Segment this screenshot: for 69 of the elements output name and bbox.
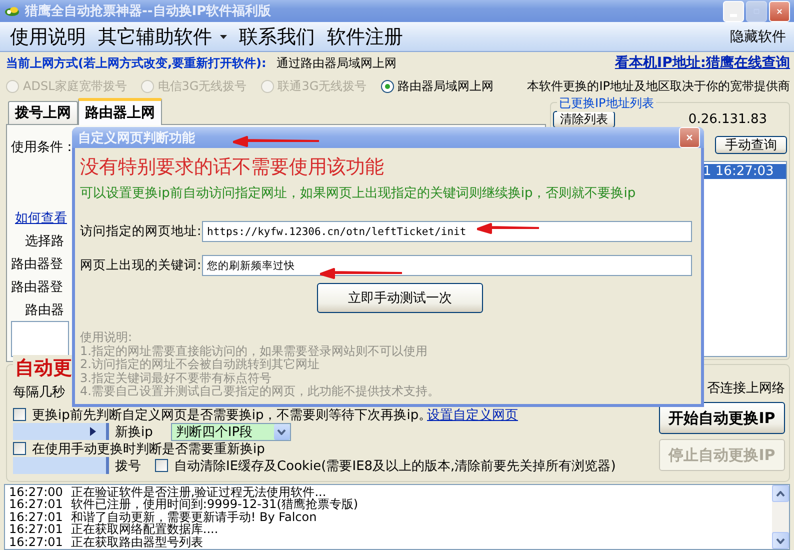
- dialog-title: 自定义网页判断功能: [78, 130, 195, 146]
- radio-label: 电信3G无线拨号: [158, 78, 247, 94]
- radio-label: 路由器局域网上网: [398, 78, 494, 94]
- field-label: 使用条件：: [10, 138, 76, 156]
- warning-text: 没有特别要求的话不需要使用该功能: [80, 155, 385, 180]
- log-line: 16:27:01 正在获取路由器型号列表: [9, 536, 204, 548]
- radio-label: ADSL家庭宽带拨号: [23, 78, 127, 94]
- text-area[interactable]: [11, 321, 69, 357]
- scrollbar[interactable]: [772, 485, 789, 549]
- group-title: 已更换IP地址列表: [557, 95, 656, 112]
- checkbox[interactable]: [13, 442, 26, 455]
- tab[interactable]: 路由器上网: [78, 98, 162, 125]
- log-line: 16:27:01 正在获取网络配置数据库....: [9, 523, 218, 536]
- scroll-up-icon[interactable]: [776, 490, 785, 496]
- radio-label: 联通3G无线拨号: [278, 78, 367, 94]
- field-label: 路由器登: [10, 278, 63, 296]
- log-line: 16:27:01 软件已注册，使用时间到:9999-12-31(猎鹰抢票专版): [9, 498, 360, 511]
- provider-note: 本软件更换的IP地址及地区取决于你的宽带提供商: [527, 78, 790, 94]
- note-line: 2.访问指定的网址不会被自动跳转到其它网址: [80, 358, 320, 372]
- menu-item[interactable]: 隐藏软件: [726, 28, 790, 46]
- input-field[interactable]: 您的刷新频率过快: [202, 255, 692, 276]
- connection-value: 通过路由器局域网上网: [276, 54, 396, 72]
- dropdown-icon[interactable]: [277, 428, 286, 434]
- scroll-down-icon[interactable]: [776, 538, 785, 544]
- interval-label: 每隔几秒: [13, 384, 65, 400]
- ip-lookup-link[interactable]: 看本机IP地址:猎鹰在线查询: [614, 54, 790, 72]
- annotation-arrow: [477, 222, 539, 236]
- help-link[interactable]: 如何查看: [7, 206, 67, 229]
- note-line: 使用说明:: [80, 331, 134, 344]
- input-field[interactable]: https://kyfw.12306.cn/otn/leftTicket/init: [202, 221, 692, 242]
- start-button[interactable]: 开始自动更换IP: [659, 402, 785, 434]
- app-icon: [4, 4, 20, 18]
- field-strip[interactable]: [13, 457, 109, 474]
- field-label: 路由器登: [10, 256, 63, 274]
- field-label: 选择路: [24, 232, 64, 250]
- field-strip[interactable]: [13, 423, 109, 440]
- field-label: 路由器: [24, 302, 64, 320]
- checkbox-label: 自动清除IE缓存及Cookie(需要IE8及以上的版本,清除前要先关掉所有浏览器): [174, 458, 616, 474]
- field-label: 网页上出现的关键词:: [80, 257, 202, 274]
- mode-combo[interactable]: 判断四个IP段: [170, 422, 291, 440]
- checkbox[interactable]: [155, 459, 168, 472]
- connection-label: 当前上网方式(若上网方式改变,要重新打开软件):: [6, 54, 266, 72]
- play-icon: [90, 427, 96, 436]
- menu-item[interactable]: 软件注册: [321, 24, 409, 50]
- current-ip: 0.26.131.83: [688, 112, 767, 127]
- close-button[interactable]: [679, 127, 700, 148]
- menu-item[interactable]: 使用说明: [4, 24, 92, 50]
- caret-icon: [220, 33, 227, 40]
- note-line: 1.指定的网址需要直接能访问的，如果需要登录网站则不可以使用: [80, 344, 428, 358]
- manual-query-button[interactable]: 手动查询: [715, 136, 787, 154]
- radio-button[interactable]: [380, 80, 394, 92]
- log-line: 16:27:00 正在验证软件是否注册,验证过程无法使用软件...: [9, 486, 326, 498]
- field-label: 访问指定的网页地址:: [80, 223, 202, 240]
- menu-item[interactable]: 联系我们: [233, 24, 321, 50]
- test-button[interactable]: 立即手动测试一次: [317, 283, 483, 313]
- menu-item[interactable]: 其它辅助软件: [92, 24, 233, 50]
- list-row[interactable]: 1 16:27:03: [702, 164, 786, 179]
- dial-label: 拨号: [115, 458, 141, 474]
- checkbox-label: 在使用手动更换时判断是否需要重新换ip: [32, 440, 265, 458]
- checkbox[interactable]: [13, 408, 26, 421]
- window-title: 猎鹰全自动抢票神器--自动换IP软件福利版: [25, 2, 272, 20]
- note-line: 4.需要自己设置并测试自己要指定的网页，此功能不提供技术支持。: [80, 385, 440, 398]
- network-note: 否连接上网络: [707, 380, 785, 397]
- renew-label: 新换ip: [115, 424, 153, 440]
- log-line: 16:27:01 和谐了自动更新，需要更新请手动! By Falcon: [9, 510, 318, 524]
- description-text: 可以设置更换ip前自动访问指定网址，如果网页上出现指定的关键词则继续换ip，否则就不要换ip: [80, 185, 637, 202]
- note-line: 3.指定关键词最好不要带有标点符号: [80, 372, 272, 384]
- tab[interactable]: 拨号上网: [8, 101, 78, 124]
- close-button[interactable]: [769, 0, 790, 22]
